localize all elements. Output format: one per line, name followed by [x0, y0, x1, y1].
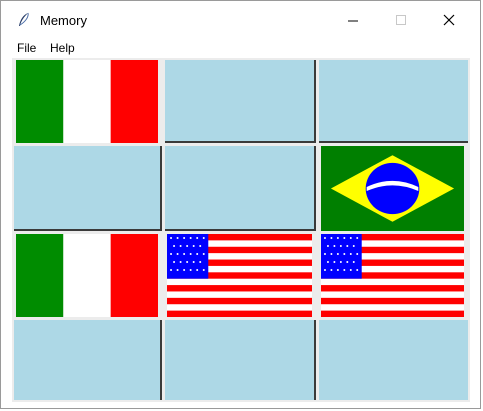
usa-flag-icon	[167, 234, 312, 317]
card-hidden[interactable]	[14, 320, 162, 400]
card-hidden[interactable]	[319, 320, 468, 400]
maximize-icon	[395, 14, 406, 25]
card-italy[interactable]	[14, 60, 162, 143]
close-icon	[443, 14, 455, 26]
maximize-button[interactable]	[378, 1, 424, 39]
card-hidden[interactable]	[165, 320, 316, 400]
close-button[interactable]	[426, 1, 472, 39]
card-usa[interactable]	[319, 234, 468, 317]
card-hidden[interactable]	[14, 146, 162, 231]
card-hidden[interactable]	[165, 146, 316, 231]
card-italy[interactable]	[14, 234, 162, 317]
card-hidden[interactable]	[165, 60, 316, 143]
memory-board	[12, 58, 470, 402]
card-hidden[interactable]	[319, 60, 468, 143]
title-bar[interactable]: Memory	[1, 1, 480, 39]
feather-icon	[19, 12, 29, 26]
menu-bar: File Help	[1, 39, 480, 57]
brazil-flag-icon	[321, 146, 464, 231]
menu-help[interactable]: Help	[50, 41, 75, 55]
minimize-icon	[347, 20, 358, 21]
card-brazil[interactable]	[319, 146, 468, 231]
italy-flag-icon	[16, 60, 158, 143]
minimize-button[interactable]	[330, 1, 376, 39]
usa-flag-icon	[321, 234, 464, 317]
window-title: Memory	[40, 13, 87, 28]
menu-file[interactable]: File	[17, 41, 36, 55]
app-window: Memory File Help	[0, 0, 481, 409]
card-usa[interactable]	[165, 234, 316, 317]
italy-flag-icon	[16, 234, 158, 317]
